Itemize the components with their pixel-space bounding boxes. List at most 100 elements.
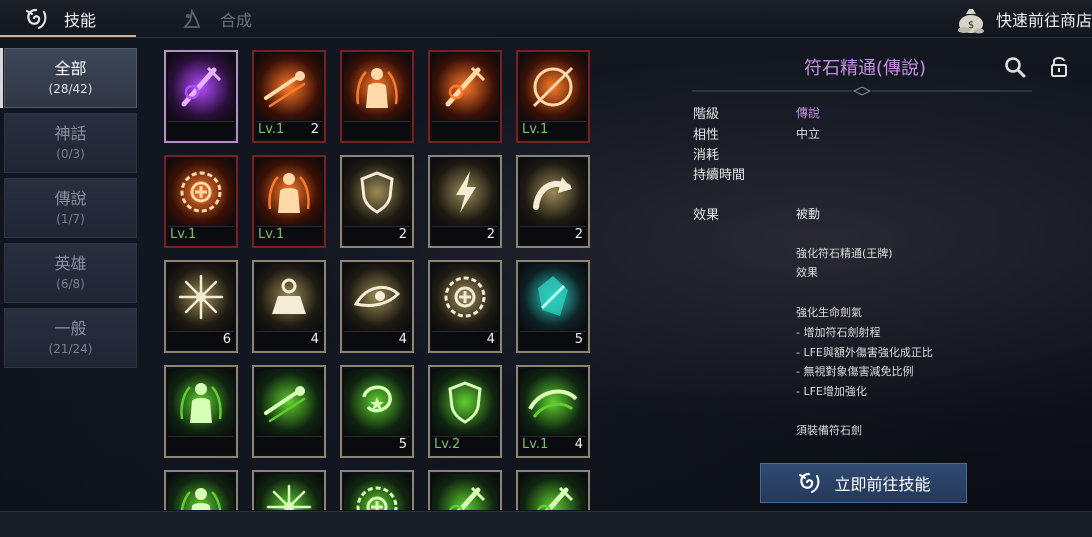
green-rune-circle-icon: [344, 474, 410, 510]
skill-count: 2: [574, 227, 583, 242]
skill-count: 4: [310, 332, 319, 347]
skill-slot-footer: 4: [432, 331, 498, 349]
category-legendary[interactable]: 傳說 (1/7): [4, 178, 137, 238]
skill-slot-footer: 4: [344, 331, 410, 349]
skill-slot-footer: [168, 121, 234, 139]
skill-slot-footer: Lv.1: [168, 226, 234, 244]
skill-slot[interactable]: 2: [428, 155, 502, 248]
skill-title: 符石精通(傳說): [803, 58, 927, 79]
green-dash-icon: [256, 369, 322, 435]
skill-slot[interactable]: Lv.1 2: [252, 50, 326, 143]
dash-slash-icon: [256, 54, 322, 120]
skill-slot-footer: [344, 121, 410, 139]
skill-slot[interactable]: [428, 470, 502, 510]
category-active-indicator: [0, 48, 3, 108]
category-count: (1/7): [56, 212, 85, 226]
category-normal[interactable]: 一般 (21/24): [4, 308, 137, 368]
skill-slot[interactable]: Lv.1 4: [516, 365, 590, 458]
skill-slot[interactable]: 4: [428, 260, 502, 353]
shop-shortcut-button[interactable]: $ 快速前往商店: [954, 0, 1092, 37]
description-line: 強化生命劍氣: [796, 306, 862, 319]
body-aura-icon: [344, 54, 410, 120]
weight-marker-icon: [256, 264, 322, 330]
skill-slot[interactable]: [164, 365, 238, 458]
skill-slot[interactable]: 5: [340, 365, 414, 458]
category-count: (6/8): [56, 277, 85, 291]
craft-icon: [178, 5, 206, 33]
shield-icon: [344, 159, 410, 225]
skill-level: Lv.1: [522, 122, 549, 137]
green-star-swirl-icon: [344, 369, 410, 435]
skill-slot[interactable]: [252, 470, 326, 510]
skill-count: 2: [398, 227, 407, 242]
description-line: - 無視對象傷害減免比例: [796, 365, 914, 378]
field-label-cost: 消耗: [693, 148, 720, 163]
category-hero[interactable]: 英雄 (6/8): [4, 243, 137, 303]
skill-count: 4: [486, 332, 495, 347]
field-label-duration: 持續時間: [693, 168, 746, 183]
go-to-skill-button[interactable]: 立即前往技能: [760, 463, 967, 503]
skill-swirl-icon: [796, 470, 822, 496]
skill-count: 4: [574, 437, 583, 452]
category-name: 一般: [54, 319, 87, 338]
category-name: 英雄: [54, 254, 87, 273]
bottom-bar: [0, 511, 1092, 537]
skill-slot[interactable]: Lv.2: [428, 365, 502, 458]
skill-slot[interactable]: 6: [164, 260, 238, 353]
skill-slot[interactable]: [340, 50, 414, 143]
skill-slot-footer: [432, 121, 498, 139]
tab-skill[interactable]: 技能: [0, 0, 137, 37]
field-value-effect: 被動: [796, 207, 821, 221]
skill-slot[interactable]: [164, 50, 238, 143]
green-blade-icon: [520, 474, 586, 510]
skill-count: 4: [398, 332, 407, 347]
skill-slot[interactable]: Lv.1: [164, 155, 238, 248]
green-body-aura-icon: [168, 369, 234, 435]
skill-slot-footer: Lv.1: [520, 121, 586, 139]
skill-slot-footer: 4: [256, 331, 322, 349]
skill-count: 6: [222, 332, 231, 347]
field-label-rank: 階級: [693, 107, 720, 122]
skill-slot[interactable]: Lv.1: [516, 50, 590, 143]
description-line: 效果: [796, 266, 818, 279]
skill-slot[interactable]: 2: [516, 155, 590, 248]
starburst-icon: [168, 264, 234, 330]
skill-slot[interactable]: 2: [340, 155, 414, 248]
skill-level: Lv.1: [258, 227, 285, 242]
category-count: (21/24): [48, 342, 93, 356]
category-all[interactable]: 全部 (28/42): [4, 48, 137, 108]
skill-count: 2: [486, 227, 495, 242]
skill-slot[interactable]: [164, 470, 238, 510]
search-icon[interactable]: [1004, 56, 1026, 78]
lock-icon[interactable]: [1050, 55, 1068, 77]
skill-slot[interactable]: [428, 50, 502, 143]
category-name: 傳說: [54, 189, 87, 208]
purple-sword-rune-icon: [168, 54, 234, 120]
category-name: 神話: [54, 124, 87, 143]
field-value-rank: 傳說: [796, 106, 821, 120]
field-label-effect: 效果: [693, 208, 720, 223]
description-line: - 增加符石劍射程: [796, 326, 881, 339]
lightning-icon: [432, 159, 498, 225]
skill-slot[interactable]: 4: [252, 260, 326, 353]
skill-slot-footer: Lv.1 4: [520, 436, 586, 454]
skill-slot[interactable]: [516, 470, 590, 510]
category-name: 全部: [54, 59, 87, 78]
skill-slot-footer: 5: [520, 331, 586, 349]
skill-slot[interactable]: [340, 470, 414, 510]
green-wind-blade-icon: [520, 369, 586, 435]
skill-slot[interactable]: 5: [516, 260, 590, 353]
skill-slot[interactable]: 4: [340, 260, 414, 353]
skill-slot[interactable]: Lv.1: [252, 155, 326, 248]
green-sword-rune-icon: [432, 474, 498, 510]
skill-level: Lv.2: [434, 437, 461, 452]
skill-level: Lv.1: [258, 122, 285, 137]
category-mythic[interactable]: 神話 (0/3): [4, 113, 137, 173]
tab-craft[interactable]: 合成: [178, 0, 252, 37]
curved-arrow-icon: [520, 159, 586, 225]
skill-slot-footer: 5: [344, 436, 410, 454]
go-to-skill-label: 立即前往技能: [834, 475, 931, 494]
skill-slot[interactable]: [252, 365, 326, 458]
description-line: 強化符石精通(王牌): [796, 247, 893, 260]
skill-count: 2: [310, 122, 319, 137]
